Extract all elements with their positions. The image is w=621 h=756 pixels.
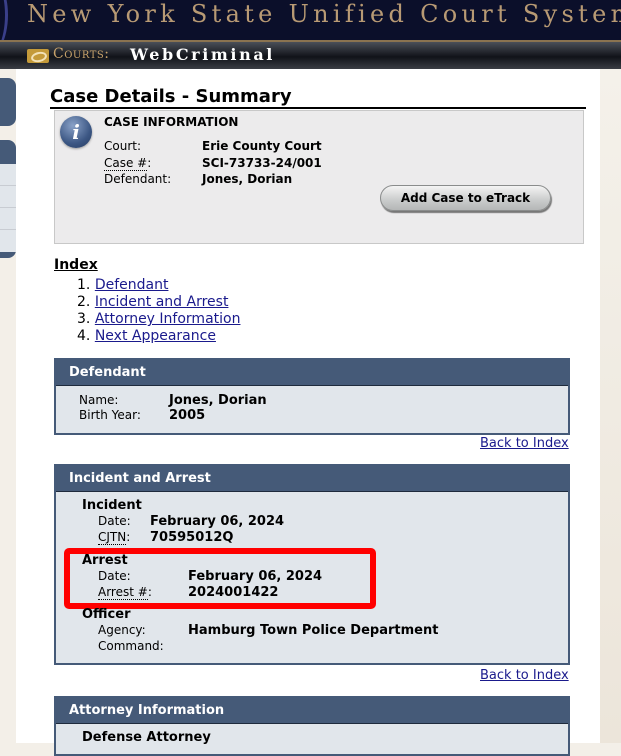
index-link-attorney-information[interactable]: Attorney Information	[95, 311, 241, 327]
name-value: Jones, Dorian	[169, 393, 267, 408]
index-item: 1. Defendant	[77, 277, 240, 294]
index-item: 2. Incident and Arrest	[77, 294, 240, 311]
attorney-section-header: Attorney Information	[56, 698, 568, 724]
index-number: 4.	[77, 328, 91, 344]
site-banner: New York State Unified Court System	[0, 0, 621, 60]
case-number-abbr: Case #	[104, 156, 148, 171]
index-number: 2.	[77, 294, 91, 310]
index-link-defendant[interactable]: Defendant	[95, 277, 169, 293]
birth-year-label: Birth Year:	[79, 408, 141, 422]
ecourts-logo-icon	[27, 49, 49, 63]
cjtn-value: 70595012Q	[150, 530, 234, 545]
officer-subheading: Officer	[82, 607, 131, 622]
defendant-label: Defendant:	[104, 172, 172, 186]
index-heading: Index	[54, 257, 98, 273]
case-information-heading: CASE INFORMATION	[104, 115, 239, 129]
site-title: New York State Unified Court System	[27, 0, 621, 28]
birth-year-value: 2005	[169, 408, 206, 423]
back-to-index-link[interactable]: Back to Index	[480, 436, 569, 451]
add-case-to-etrack-button[interactable]: Add Case to eTrack	[380, 185, 551, 211]
cjtn-abbr: CJTN	[98, 530, 127, 545]
left-nav-tab[interactable]	[0, 78, 16, 126]
right-rail	[600, 69, 621, 743]
index-link-incident-and-arrest[interactable]: Incident and Arrest	[95, 294, 229, 310]
incident-date-value: February 06, 2024	[150, 514, 285, 529]
incident-arrest-section-header: Incident and Arrest	[56, 466, 568, 492]
defendant-section: Defendant	[54, 358, 570, 435]
name-label: Name:	[79, 393, 119, 407]
court-label: Court:	[104, 139, 142, 153]
attorney-section: Attorney Information	[54, 696, 570, 756]
agency-value: Hamburg Town Police Department	[188, 623, 439, 638]
case-number-value: SCI-73733-24/001	[202, 156, 322, 170]
cjtn-label: CJTN:	[98, 530, 131, 545]
index-number: 1.	[77, 277, 91, 293]
agency-label: Agency:	[98, 623, 146, 637]
case-number-colon: :	[147, 156, 152, 170]
defendant-section-header: Defendant	[56, 360, 568, 386]
case-number-label: Case #:	[104, 156, 152, 171]
info-icon: i	[60, 116, 92, 148]
command-label: Command:	[98, 639, 164, 653]
incident-date-label: Date:	[98, 514, 131, 528]
courts-label: Courts:	[53, 46, 110, 62]
app-name: WebCriminal	[130, 45, 275, 64]
title-divider	[50, 107, 586, 109]
defendant-value: Jones, Dorian	[202, 172, 293, 186]
index-number: 3.	[77, 311, 91, 327]
back-to-index-link[interactable]: Back to Index	[480, 668, 569, 683]
incident-subheading: Incident	[82, 498, 142, 513]
index-item: 3. Attorney Information	[77, 311, 240, 328]
arrest-highlight-box	[64, 548, 376, 609]
index-list: 1. Defendant 2. Incident and Arrest 3. A…	[77, 277, 240, 345]
app-bar: Courts: WebCriminal	[0, 42, 621, 69]
index-item: 4. Next Appearance	[77, 328, 240, 345]
left-nav-panel[interactable]	[0, 140, 16, 258]
index-link-next-appearance[interactable]: Next Appearance	[95, 328, 216, 344]
court-value: Erie County Court	[202, 139, 322, 153]
page-title: Case Details - Summary	[50, 86, 292, 107]
cjtn-colon: :	[126, 530, 131, 544]
